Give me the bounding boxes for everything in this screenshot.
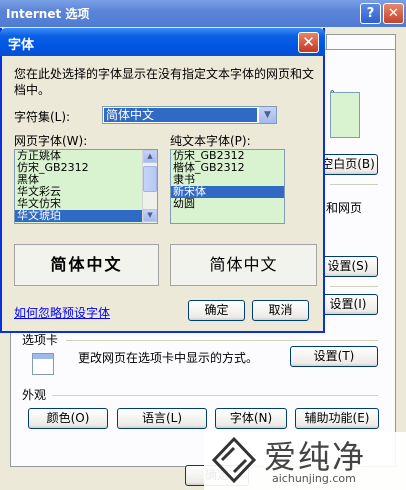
- scroll-down-icon[interactable]: ▼: [143, 209, 157, 222]
- group-divider: [52, 395, 378, 396]
- history-text-fragment: 和网页: [326, 201, 363, 215]
- font-ok-button[interactable]: 确定: [188, 300, 245, 321]
- font-cancel-button[interactable]: 取消: [252, 300, 309, 321]
- web-font-preview: 简体中文: [14, 244, 159, 286]
- font-dialog-close-button[interactable]: ✕: [298, 32, 319, 53]
- scroll-up-icon[interactable]: ▲: [143, 150, 157, 163]
- blank-page-button[interactable]: 空白页(B): [318, 154, 378, 175]
- charset-value: 简体中文: [104, 108, 257, 122]
- appearance-group-label: 外观: [22, 388, 47, 402]
- tabs-window-icon: [32, 353, 54, 375]
- watermark-logo-icon: [211, 436, 257, 484]
- chevron-down-icon[interactable]: ▼: [259, 107, 276, 123]
- scroll-thumb[interactable]: [143, 166, 157, 192]
- charset-label: 字符集(L):: [14, 110, 71, 124]
- tab-advanced[interactable]: [326, 34, 396, 50]
- languages-button[interactable]: 语言(L): [117, 408, 207, 429]
- group-divider: [330, 286, 378, 287]
- font-dialog: 字体 ✕ 您在此处选择的字体显示在没有指定文本字体的网页和文档中。 字符集(L)…: [0, 28, 325, 333]
- internet-options-title: Internet 选项: [6, 7, 90, 21]
- web-font-scrollbar[interactable]: ▲ ▼: [142, 150, 157, 223]
- watermark: 爱纯净 aichunjing.com: [204, 432, 406, 490]
- internet-options-close-button[interactable]: ✕: [383, 3, 404, 24]
- group-divider: [330, 184, 378, 185]
- colors-button[interactable]: 颜色(O): [28, 408, 108, 429]
- homepage-address-box[interactable]: [330, 92, 360, 138]
- group-divider: [66, 340, 378, 341]
- tabs-settings-button[interactable]: 设置(T): [290, 346, 378, 367]
- plain-font-preview: 简体中文: [170, 244, 317, 286]
- watermark-url: aichunjing.com: [272, 472, 356, 485]
- history-settings-button[interactable]: 设置(S): [318, 256, 378, 277]
- accessibility-button[interactable]: 辅助功能(E): [295, 408, 379, 429]
- web-font-list[interactable]: 方正姚体 仿宋_GB2312 黑体 华文彩云 华文仿宋 华文琥珀 ▲ ▼: [14, 149, 158, 224]
- charset-select[interactable]: 简体中文 ▼: [102, 106, 277, 124]
- ignore-default-fonts-link[interactable]: 如何忽略预设字体: [14, 304, 110, 321]
- web-font-item-selected[interactable]: 华文琥珀: [15, 210, 157, 222]
- help-button[interactable]: ?: [360, 3, 381, 24]
- web-font-label: 网页字体(W):: [14, 134, 88, 148]
- tabs-group-label: 选项卡: [22, 333, 59, 347]
- font-dialog-title-bar: 字体 ✕: [0, 28, 325, 56]
- plain-font-label: 纯文本字体(P):: [170, 134, 251, 148]
- font-dialog-title: 字体: [8, 38, 35, 53]
- internet-options-title-bar: Internet 选项 ? ✕: [0, 0, 406, 27]
- search-settings-button[interactable]: 设置(I): [318, 294, 378, 315]
- plain-font-item[interactable]: 幼圆: [171, 198, 284, 210]
- tabs-description: 更改网页在选项卡中显示的方式。: [78, 351, 259, 365]
- fonts-button[interactable]: 字体(N): [215, 408, 287, 429]
- plain-font-list[interactable]: 仿宋_GB2312 楷体_GB2312 隶书 新宋体 幼圆: [170, 149, 285, 224]
- font-dialog-description: 您在此处选择的字体显示在没有指定文本字体的网页和文档中。: [14, 67, 315, 97]
